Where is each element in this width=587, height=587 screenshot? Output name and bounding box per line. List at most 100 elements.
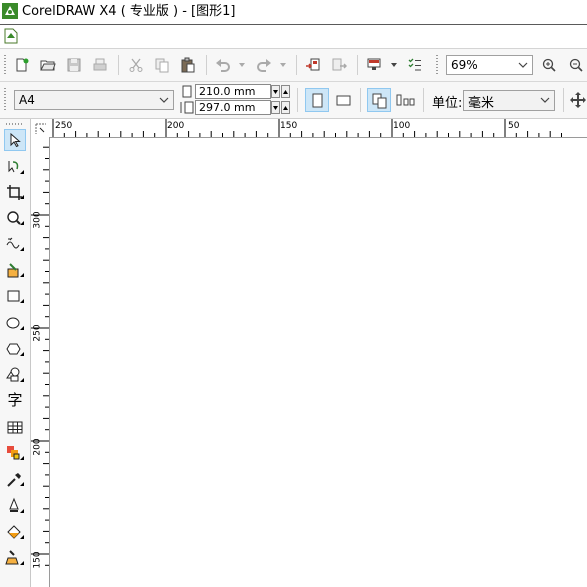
- paste-icon[interactable]: [178, 55, 198, 75]
- options-icon[interactable]: [405, 55, 425, 75]
- landscape-button[interactable]: [332, 88, 356, 112]
- page-height-value: 297.0 mm: [199, 101, 256, 114]
- vertical-ruler-ticks: [31, 146, 49, 566]
- launcher-dropdown-arrow[interactable]: [390, 55, 398, 75]
- units-value: 毫米: [468, 96, 495, 111]
- horizontal-ruler-ticks: [52, 119, 562, 137]
- all-pages-button[interactable]: [367, 88, 391, 112]
- rectangle-tool-icon[interactable]: [4, 286, 26, 308]
- title-bar: CorelDRAW X4 ( 专业版 ) - [图形1]: [0, 0, 587, 25]
- window-title: CorelDRAW X4 ( 专业版 ) - [图形1]: [22, 4, 236, 19]
- page-size-combo[interactable]: A4: [14, 90, 174, 110]
- interactive-fill-tool-icon[interactable]: [4, 548, 26, 570]
- toolbar-grip[interactable]: [4, 88, 6, 112]
- nudge-icon: [570, 92, 586, 108]
- export-icon[interactable]: [329, 55, 349, 75]
- outline-tool-icon[interactable]: [4, 496, 26, 518]
- current-page-icon: [396, 94, 415, 106]
- page-width-value: 210.0 mm: [199, 85, 256, 98]
- toolbar-separator: [563, 88, 564, 112]
- zoom-level-combo[interactable]: 69%: [446, 55, 533, 75]
- page-height-icon: [180, 101, 194, 114]
- toolbar-separator: [357, 55, 358, 75]
- menu-bar: [0, 25, 587, 49]
- units-combo[interactable]: 毫米: [463, 90, 555, 111]
- vertical-ruler[interactable]: 300 250 200 150: [31, 137, 50, 587]
- chevron-down-icon: [540, 97, 550, 103]
- drawing-canvas[interactable]: [50, 138, 587, 587]
- smart-fill-tool-icon[interactable]: [4, 260, 26, 282]
- toolbar-grip[interactable]: [4, 55, 6, 75]
- coreldraw-balloon-icon: [2, 3, 18, 19]
- current-page-button[interactable]: [394, 88, 418, 112]
- application-launcher-icon[interactable]: [364, 55, 384, 75]
- eyedropper-tool-icon[interactable]: [4, 469, 26, 491]
- page-width-field[interactable]: 210.0 mm: [195, 84, 271, 99]
- width-stepper-down[interactable]: [271, 85, 280, 98]
- cut-icon[interactable]: [126, 55, 146, 75]
- ruler-label-150: 150: [280, 121, 298, 131]
- copy-icon[interactable]: [152, 55, 172, 75]
- toolbar-separator: [118, 55, 119, 75]
- basic-shapes-tool-icon[interactable]: [4, 365, 26, 387]
- nudge-offset-button[interactable]: [569, 91, 587, 109]
- landscape-icon: [336, 95, 351, 106]
- ruler-label-250: 250: [32, 324, 43, 342]
- toolbar-separator: [206, 55, 207, 75]
- ruler-label-300: 300: [32, 211, 43, 229]
- ellipse-tool-icon[interactable]: [4, 313, 26, 335]
- shape-tool-icon[interactable]: [4, 157, 26, 179]
- freehand-tool-icon[interactable]: [4, 234, 26, 256]
- fill-tool-icon[interactable]: [4, 522, 26, 544]
- import-icon[interactable]: [303, 55, 323, 75]
- zoom-in-icon[interactable]: [539, 55, 559, 75]
- open-icon[interactable]: [38, 55, 58, 75]
- ruler-label-100: 100: [393, 121, 411, 131]
- redo-icon[interactable]: [254, 55, 274, 75]
- toolbar-separator: [423, 88, 424, 112]
- chevron-down-icon: [159, 97, 169, 103]
- ruler-label-150: 150: [32, 551, 43, 569]
- ruler-label-200: 200: [32, 438, 43, 456]
- interactive-blend-tool-icon[interactable]: [4, 443, 26, 465]
- undo-dropdown-arrow[interactable]: [238, 55, 246, 75]
- toolbar-separator: [296, 55, 297, 75]
- polygon-tool-icon[interactable]: [4, 339, 26, 361]
- page-width-icon: [182, 85, 192, 98]
- toolbox-grip[interactable]: [6, 123, 24, 125]
- zoom-level-value: 69%: [451, 58, 478, 72]
- page-size-value: A4: [19, 93, 35, 107]
- property-bar: A4 210.0 mm 297.0 mm 单位: 毫米: [0, 82, 587, 119]
- ruler-label-200: 200: [167, 121, 185, 131]
- new-icon[interactable]: [12, 55, 32, 75]
- zoom-out-icon[interactable]: [566, 55, 586, 75]
- toolbar-separator: [297, 88, 298, 112]
- text-tool-icon[interactable]: 字: [4, 389, 26, 411]
- all-pages-icon: [372, 93, 387, 109]
- pick-tool-icon[interactable]: [4, 129, 26, 151]
- toolbar-grip[interactable]: [436, 55, 438, 75]
- ruler-label-250: 250: [55, 121, 73, 131]
- horizontal-ruler[interactable]: 250 200 150 100 50: [31, 119, 587, 138]
- crop-tool-icon[interactable]: [4, 182, 26, 204]
- document-icon[interactable]: [4, 28, 18, 44]
- text-tool-glyph: 字: [7, 391, 23, 409]
- units-label: 单位:: [432, 96, 463, 111]
- toolbar-separator: [360, 88, 361, 112]
- print-icon[interactable]: [90, 55, 110, 75]
- ruler-label-50: 50: [508, 121, 520, 131]
- height-stepper-down[interactable]: [271, 101, 280, 114]
- width-stepper-up[interactable]: [281, 85, 290, 98]
- redo-dropdown-arrow[interactable]: [279, 55, 287, 75]
- table-tool-icon[interactable]: [4, 417, 26, 439]
- height-stepper-up[interactable]: [281, 101, 290, 114]
- standard-toolbar: 69%: [0, 49, 587, 82]
- undo-icon[interactable]: [213, 55, 233, 75]
- chevron-down-icon: [518, 62, 528, 68]
- portrait-button[interactable]: [305, 88, 329, 112]
- save-icon[interactable]: [64, 55, 84, 75]
- zoom-tool-icon[interactable]: [4, 208, 26, 230]
- page-height-field[interactable]: 297.0 mm: [195, 100, 271, 115]
- portrait-icon: [312, 93, 323, 108]
- toolbox: 字: [0, 119, 31, 587]
